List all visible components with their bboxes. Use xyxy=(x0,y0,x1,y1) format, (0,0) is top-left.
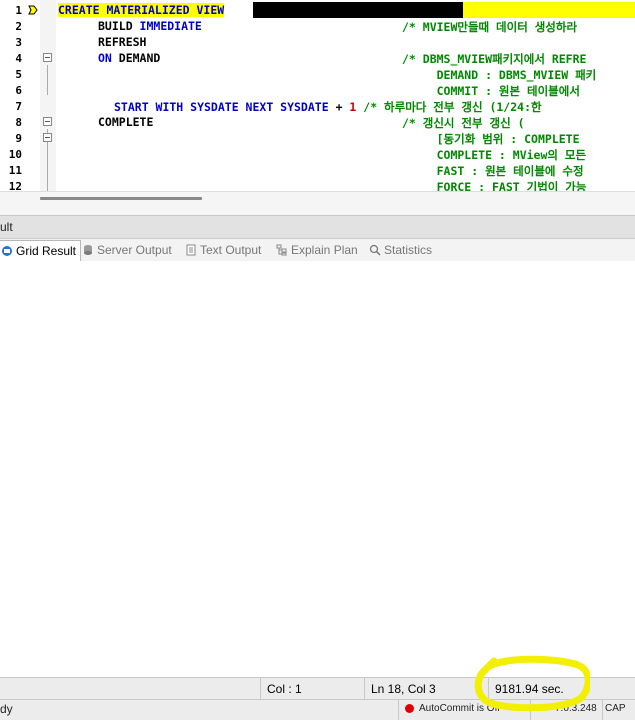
line-number: 6 xyxy=(15,84,22,97)
line-number: 10 xyxy=(8,148,22,161)
code-comment: FORCE : FAST 기법이 가능 xyxy=(402,180,587,191)
tab-label: Explain Plan xyxy=(291,243,358,257)
tab-text-output[interactable]: Text Output xyxy=(185,240,261,260)
horizontal-scrollbar[interactable] xyxy=(0,191,635,206)
status-column: Col : 1 xyxy=(260,678,364,700)
code-line[interactable]: 3 REFRESH xyxy=(0,34,635,50)
highlight-annotation xyxy=(474,655,590,711)
tab-statistics[interactable]: Statistics xyxy=(369,240,432,260)
code-text: BUILD IMMEDIATE xyxy=(98,19,202,33)
fold-toggle-icon[interactable] xyxy=(43,117,52,126)
code-comment: FAST : 원본 테이블에 수정 xyxy=(402,164,584,178)
code-comment: DEMAND : DBMS_MVIEW 패키 xyxy=(402,68,597,82)
code-line[interactable]: 7 START WITH SYSDATE NEXT SYSDATE + 1 /*… xyxy=(0,98,635,114)
result-panel-header: ult xyxy=(0,216,635,239)
tab-label: Server Output xyxy=(97,243,172,257)
grid-icon xyxy=(2,246,12,256)
code-text: ON DEMAND xyxy=(98,51,160,65)
code-line[interactable]: 2 BUILD IMMEDIATE /* MVIEW만들때 데이터 생성하라 xyxy=(0,18,635,34)
fold-toggle-icon[interactable] xyxy=(43,133,52,142)
tab-label: Grid Result xyxy=(16,244,77,258)
line-number: 8 xyxy=(15,116,22,129)
code-line[interactable]: 9 [동기화 범위 : COMPLETE xyxy=(0,130,635,146)
code-line[interactable]: 1 CREATE MATERIALIZED VIEW xyxy=(0,2,635,18)
tab-server-output[interactable]: Server Output xyxy=(82,240,172,260)
line-number: 2 xyxy=(15,20,22,33)
code-line[interactable]: 4 ON DEMAND /* DBMS_MVIEW패키지에서 REFRE xyxy=(0,50,635,66)
pane-splitter[interactable] xyxy=(0,205,635,216)
tab-explain-plan[interactable]: Explain Plan xyxy=(276,240,358,260)
panel-title: ult xyxy=(0,220,13,234)
caps-indicator: CAP xyxy=(602,700,635,720)
code-text: REFRESH xyxy=(98,35,147,49)
code-line[interactable]: 8 COMPLETE /* 갱신시 전부 갱신 ( xyxy=(0,114,635,130)
result-tabs: Grid Result Server Output Text Output Ex… xyxy=(0,239,635,262)
code-text: START WITH SYSDATE NEXT SYSDATE + 1 /* 하… xyxy=(114,99,542,115)
line-number: 9 xyxy=(15,132,22,145)
line-number: 1 xyxy=(15,4,22,17)
document-icon xyxy=(186,244,196,256)
keyword-token: START WITH SYSDATE NEXT SYSDATE xyxy=(114,100,329,114)
code-token: BUILD xyxy=(98,19,140,33)
fold-toggle-icon[interactable] xyxy=(43,53,52,62)
code-comment: /* DBMS_MVIEW패키지에서 REFRE xyxy=(402,52,587,66)
code-line[interactable]: 10 COMPLETE : MView의 모든 xyxy=(0,146,635,162)
status-dot-icon xyxy=(405,703,414,713)
status-message xyxy=(0,678,260,700)
code-text: CREATE MATERIALIZED VIEW xyxy=(58,3,225,17)
current-line-arrow-icon xyxy=(28,5,38,15)
database-icon xyxy=(84,245,92,255)
line-number: 3 xyxy=(15,36,22,49)
ready-status: dy xyxy=(0,702,13,716)
code-comment: COMMIT : 원본 테이블에서 xyxy=(402,84,580,98)
code-comment: /* 갱신시 전부 갱신 ( xyxy=(402,116,525,130)
code-comment: [동기화 범위 : COMPLETE xyxy=(402,132,580,146)
status-cursor-position: Ln 18, Col 3 xyxy=(364,678,488,700)
code-line[interactable]: 12 FORCE : FAST 기법이 가능 xyxy=(0,178,635,191)
code-token: DEMAND xyxy=(111,51,161,65)
code-line[interactable]: 5 DEMAND : DBMS_MVIEW 패키 xyxy=(0,66,635,82)
code-text: COMPLETE xyxy=(98,115,154,129)
line-number: 5 xyxy=(15,68,22,81)
sql-editor[interactable]: 1 CREATE MATERIALIZED VIEW 2 BUILD IMMED… xyxy=(0,0,635,191)
code-comment: COMPLETE : MView의 모든 xyxy=(402,148,587,162)
line-number: 11 xyxy=(8,164,22,177)
statistics-icon xyxy=(369,244,381,256)
keyword-token: IMMEDIATE xyxy=(139,19,202,33)
tab-label: Statistics xyxy=(384,243,433,257)
tab-grid-result[interactable]: Grid Result xyxy=(0,240,82,262)
line-number: 4 xyxy=(15,52,22,65)
code-comment: /* MVIEW만들때 데이터 생성하라 xyxy=(402,20,578,34)
grid-result-area[interactable] xyxy=(0,261,635,677)
scrollbar-thumb[interactable] xyxy=(40,197,202,200)
line-number: 7 xyxy=(15,100,22,113)
plan-icon xyxy=(276,244,287,256)
line-number: 12 xyxy=(8,180,22,191)
operator-token: + xyxy=(328,100,350,114)
keyword-token: ON xyxy=(98,51,112,65)
code-line[interactable]: 11 FAST : 원본 테이블에 수정 xyxy=(0,162,635,178)
code-comment: /* 하루마다 전부 갱신 (1/24:한 xyxy=(356,100,542,114)
code-line[interactable]: 6 COMMIT : 원본 테이블에서 xyxy=(0,82,635,98)
tab-label: Text Output xyxy=(200,243,262,257)
